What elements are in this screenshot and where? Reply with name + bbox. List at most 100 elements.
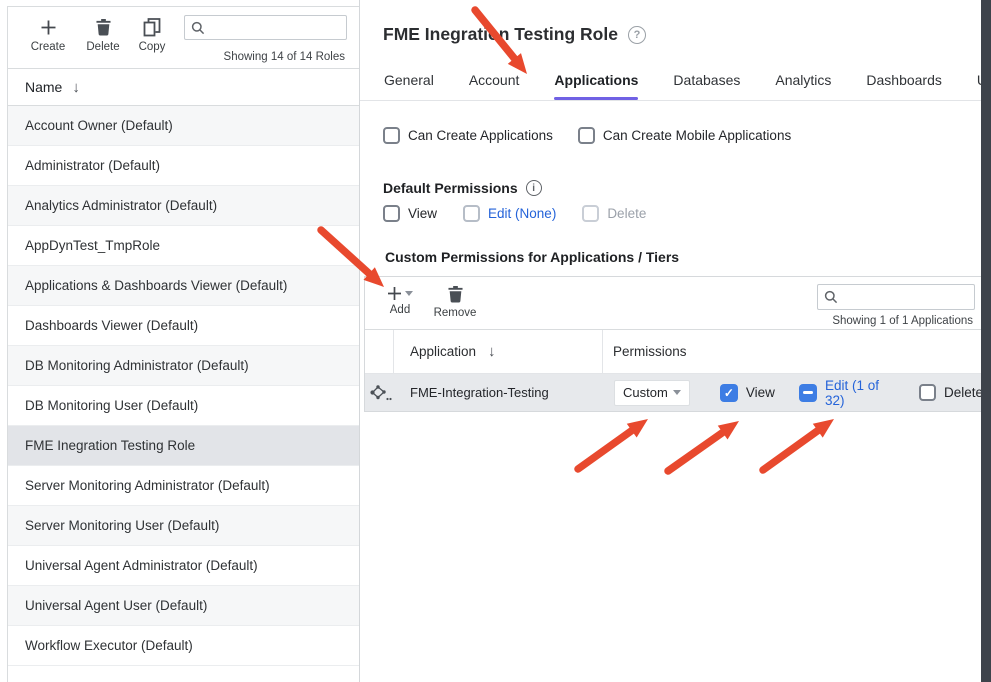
role-list-item[interactable]: DB Monitoring User (Default) [8,386,359,426]
role-list-item[interactable]: Dashboards Viewer (Default) [8,306,359,346]
checkbox-icon[interactable] [383,127,400,144]
sort-descending-icon[interactable]: ↓ [488,343,496,360]
permissions-column-label: Permissions [613,344,687,359]
checkbox-label: Edit (1 of 32) [825,378,891,408]
role-label: Analytics Administrator (Default) [25,198,217,213]
copy-icon [143,17,161,37]
roles-panel-inner: Create Delete Copy [7,6,359,682]
application-column-header[interactable]: Application ↓ [394,330,603,373]
info-icon[interactable]: i [526,180,542,196]
checkbox-icon[interactable] [919,384,936,401]
role-label: DB Monitoring User (Default) [25,398,198,413]
roles-panel: Create Delete Copy [0,0,360,682]
create-role-button[interactable]: Create [26,17,70,53]
roles-list-header: Name ↓ [8,69,359,106]
role-list-item[interactable]: Universal Agent Administrator (Default) [8,546,359,586]
copy-role-button[interactable]: Copy [132,17,172,53]
tabs: General Account Applications Databases [384,72,986,100]
role-list-item[interactable]: Administrator (Default) [8,146,359,186]
role-list-item[interactable]: Applications & Dashboards Viewer (Defaul… [8,266,359,306]
name-column-header[interactable]: Name [25,79,62,95]
applications-search-box [817,284,975,310]
applications-count-status: Showing 1 of 1 Applications [832,315,973,327]
tab[interactable]: General [384,72,434,100]
tab-label: Analytics [775,72,831,88]
role-list-item[interactable]: Universal Agent User (Default) [8,586,359,626]
role-label: FME Inegration Testing Role [25,438,195,453]
checkbox-label: Delete [607,206,646,221]
role-list-item[interactable]: FME Inegration Testing Role [8,426,359,466]
tab[interactable]: Account [469,72,520,100]
role-label: Administrator (Default) [25,158,160,173]
roles-search-input[interactable] [205,21,340,35]
checkbox-label: Delete [944,385,983,400]
help-icon[interactable]: ? [628,26,646,44]
checkbox-icon[interactable] [582,205,599,222]
checkbox-icon[interactable] [578,127,595,144]
checkbox-label: View [408,206,437,221]
role-label: Universal Agent User (Default) [25,598,207,613]
default-permissions-options: View Edit (None) Delete [383,205,646,222]
create-option[interactable]: Can Create Mobile Applications [578,127,791,144]
checkbox-icon[interactable] [463,205,480,222]
row-permission-option[interactable]: Delete [919,384,983,401]
checkbox-icon[interactable] [799,384,817,402]
copy-button-label: Copy [139,41,166,53]
tab[interactable]: Analytics [775,72,831,100]
checkbox-label: Can Create Applications [408,128,553,143]
tab-label: Applications [554,72,638,88]
default-permission-option[interactable]: Delete [582,205,646,222]
remove-application-button[interactable]: Remove [429,284,481,319]
sort-descending-icon[interactable]: ↓ [72,79,80,96]
role-label: Workflow Executor (Default) [25,638,193,653]
role-label: Server Monitoring Administrator (Default… [25,478,270,493]
trash-icon [96,17,111,37]
row-permission-option[interactable]: Edit (1 of 32) [799,378,891,408]
chevron-down-icon [673,390,681,395]
create-option[interactable]: Can Create Applications [383,127,553,144]
checkbox-label: Can Create Mobile Applications [603,128,791,143]
default-permission-option[interactable]: View [383,205,437,222]
role-list-item[interactable]: Workflow Executor (Default) [8,626,359,666]
page-title: FME Inegration Testing Role [383,24,618,45]
role-label: Dashboards Viewer (Default) [25,318,198,333]
role-list-item[interactable]: Account Owner (Default) [8,106,359,146]
create-button-label: Create [31,41,66,53]
plus-dropdown-icon [387,284,413,301]
checkbox-label: Edit (None) [488,206,556,221]
role-list-item[interactable]: Server Monitoring Administrator (Default… [8,466,359,506]
application-permissions-cell: Custom View Edit [603,378,983,408]
role-label: Server Monitoring User (Default) [25,518,219,533]
custom-permissions-toolbar: Add Remove Showing 1 of 1 Applications [365,277,983,330]
default-permission-option[interactable]: Edit (None) [463,205,556,222]
delete-role-button[interactable]: Delete [80,17,126,53]
default-permissions-title: Default Permissions [383,180,518,196]
role-list-item[interactable]: DB Monitoring Administrator (Default) [8,346,359,386]
page-title-row: FME Inegration Testing Role ? [383,24,646,45]
role-label: Universal Agent Administrator (Default) [25,558,258,573]
role-list-item[interactable]: Server Monitoring User (Default) [8,506,359,546]
applications-search-input[interactable] [838,290,968,304]
tab[interactable]: Dashboards [866,72,942,100]
tab[interactable]: Databases [673,72,740,100]
search-icon [824,290,838,304]
tab[interactable]: Applications [554,72,638,100]
row-permission-option[interactable]: View [720,384,775,402]
add-application-button[interactable]: Add [383,284,417,316]
role-list-item[interactable]: AppDynTest_TmpRole [8,226,359,266]
checkbox-icon[interactable] [720,384,738,402]
tab-label: Account [469,72,520,88]
tab-bar: General Account Applications Databases [360,62,986,101]
chevron-down-icon [405,291,413,296]
custom-permissions-header: Custom Permissions for Applications / Ti… [385,249,679,267]
checkbox-icon[interactable] [383,205,400,222]
role-list-item[interactable]: Analytics Administrator (Default) [8,186,359,226]
permissions-column-header: Permissions [603,330,983,373]
search-icon [191,21,205,35]
application-table-row[interactable]: FME-Integration-Testing Custom View [365,374,983,411]
default-permissions-header: Default Permissions i [383,180,542,196]
remove-button-label: Remove [434,307,477,319]
permission-type-dropdown[interactable]: Custom [614,380,690,406]
role-detail-panel: FME Inegration Testing Role ? General Ac… [360,0,986,682]
tab-label: General [384,72,434,88]
